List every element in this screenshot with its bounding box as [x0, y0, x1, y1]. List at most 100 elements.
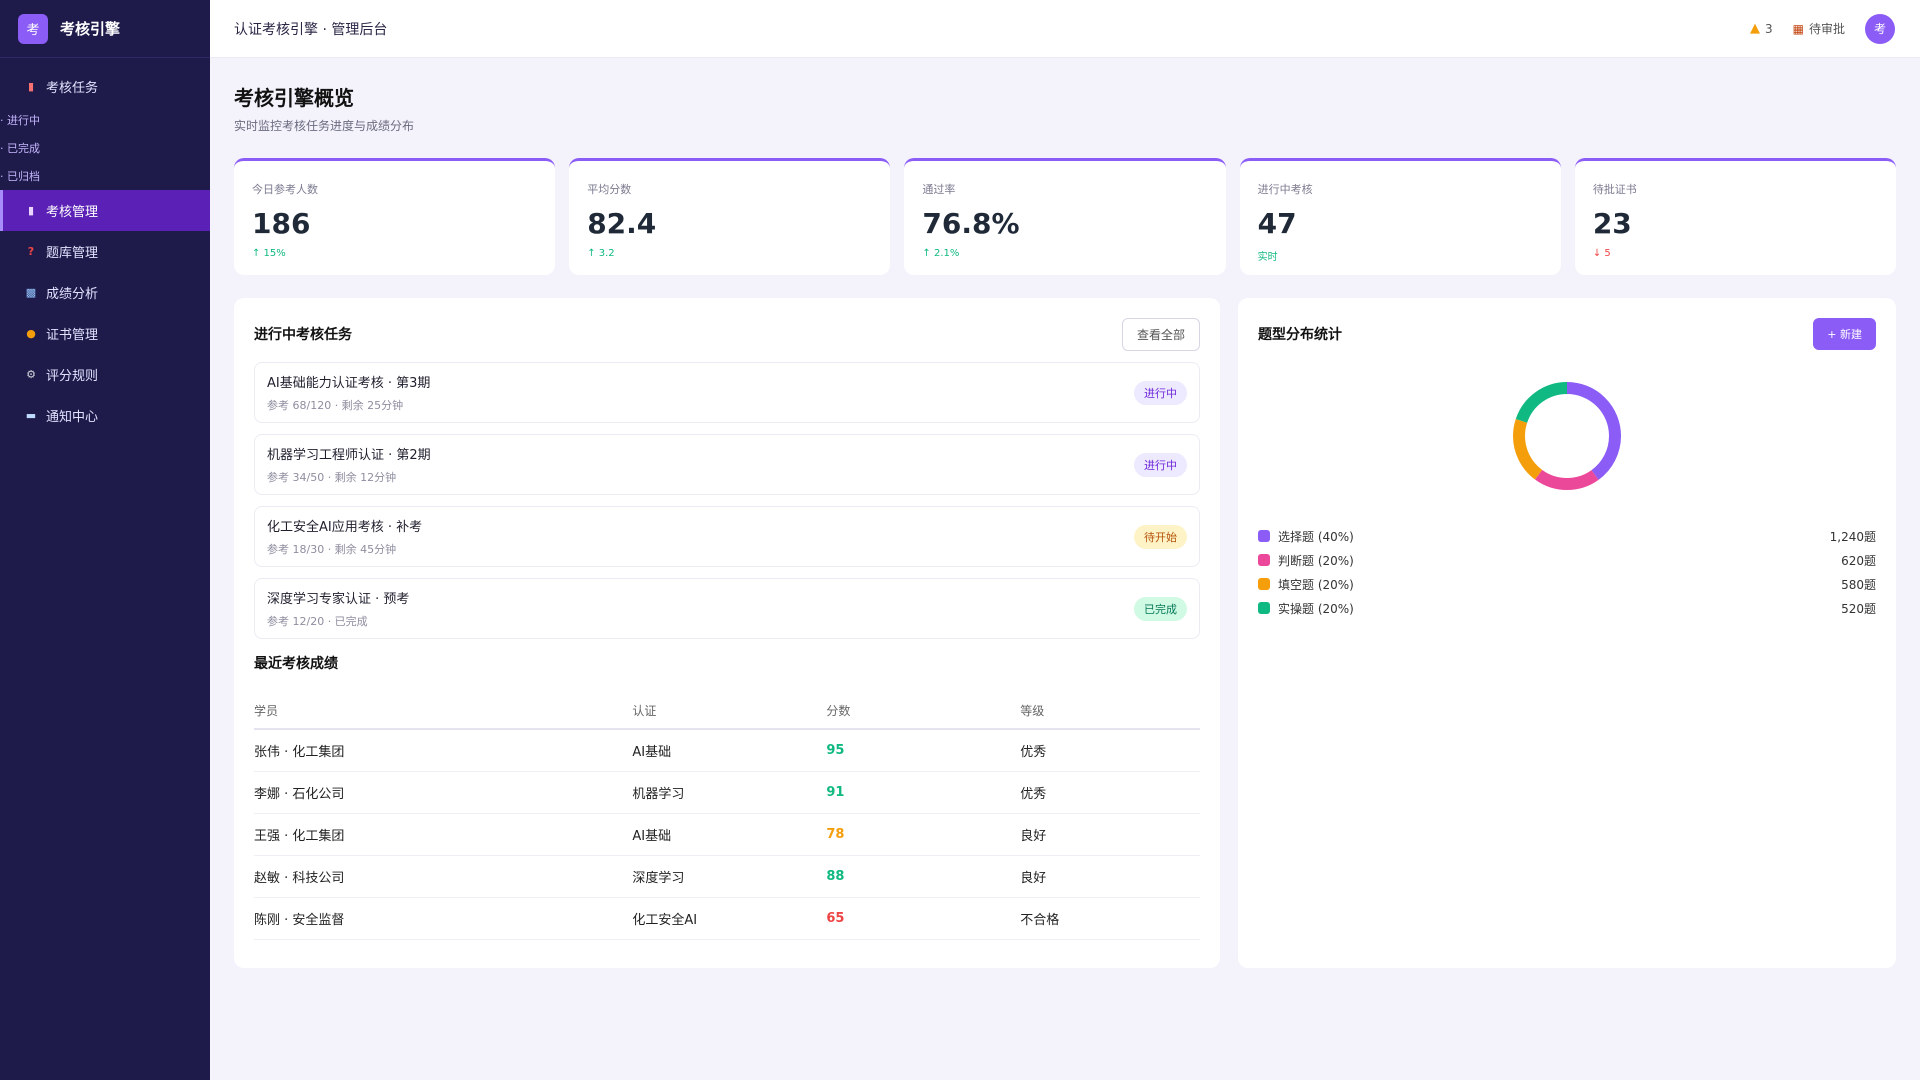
task-info: 深度学习专家认证 · 预考 参考 12/20 · 已完成: [267, 588, 409, 629]
task-item[interactable]: AI基础能力认证考核 · 第3期 参考 68/120 · 剩余 25分钟 进行中: [254, 362, 1200, 423]
sidebar-item-label: 题库管理: [46, 246, 99, 261]
sidebar-item-label: 证书管理: [46, 328, 99, 343]
stat-card-average-score: 平均分数 82.4 ↑ 3.2: [569, 158, 891, 275]
task-list: AI基础能力认证考核 · 第3期 参考 68/120 · 剩余 25分钟 进行中…: [254, 362, 1200, 639]
stat-value: 82.4: [587, 207, 657, 240]
legend-count: 620题: [1841, 553, 1876, 568]
panels: 进行中考核任务 查看全部 AI基础能力认证考核 · 第3期 参考 68/120 …: [234, 298, 1896, 968]
table-row[interactable]: 赵敏 · 科技公司 深度学习 88 良好: [254, 855, 1200, 898]
stat-label: 平均分数: [587, 183, 632, 196]
view-all-button[interactable]: 查看全部: [1121, 317, 1200, 351]
table-row[interactable]: 张伟 · 化工集团 AI基础 95 优秀: [254, 729, 1200, 772]
clipboard-icon: ▦: [1792, 21, 1804, 36]
legend-count: 580题: [1841, 577, 1876, 592]
sidebar-item-label: 考核任务: [46, 80, 99, 96]
stat-label: 通过率: [922, 183, 956, 196]
document-icon: ▮: [27, 79, 35, 93]
stat-value: 76.8%: [922, 207, 1020, 240]
legend-swatch: [1258, 602, 1270, 614]
results-title: 最近考核成绩: [254, 656, 338, 672]
legend-label: 填空题 (20%): [1278, 577, 1354, 592]
task-meta: 参考 68/120 · 剩余 25分钟: [267, 399, 404, 412]
sidebar-nav: ▮ 考核任务 · 进行中 · 已完成 · 已归档 ▮ 考核管理 ? 题库管理 ▩…: [0, 58, 210, 436]
sidebar-item-certificates[interactable]: ● 证书管理: [0, 313, 210, 354]
task-name: 机器学习工程师认证 · 第2期: [267, 448, 431, 463]
question-icon: ?: [27, 245, 35, 258]
cell-grade: 良好: [1020, 813, 1200, 856]
stat-delta: 实时: [1257, 252, 1278, 263]
sidebar-item-label: 评分规则: [46, 369, 99, 384]
task-meta: 参考 18/30 · 剩余 45分钟: [267, 543, 397, 556]
pending-approval-button[interactable]: ▦ 待审批: [1793, 20, 1845, 37]
cell-student: 赵敏 · 科技公司: [254, 855, 633, 898]
legend-label-group: 填空题 (20%): [1258, 576, 1354, 593]
page-title: 考核引擎概览: [234, 86, 354, 110]
legend-label-group: 选择题 (40%): [1258, 528, 1354, 545]
new-button[interactable]: + 新建: [1813, 318, 1876, 350]
sidebar-item-label: 考核管理: [46, 205, 99, 220]
results-table: 学员 认证 分数 等级 张伟 · 化工集团 AI基础 95 优秀 李娜 · 石化…: [254, 693, 1200, 940]
legend-swatch: [1258, 578, 1270, 590]
task-info: 机器学习工程师认证 · 第2期 参考 34/50 · 剩余 12分钟: [267, 444, 431, 485]
sidebar-subitem-in-progress[interactable]: · 进行中: [0, 106, 210, 134]
stat-value: 23: [1592, 207, 1632, 240]
medal-icon: ●: [26, 327, 36, 340]
column-header-cert: 认证: [632, 693, 827, 730]
stat-delta: ↓ 5: [1592, 248, 1611, 259]
topbar-title: 认证考核引擎 · 管理后台: [234, 21, 388, 38]
distribution-title: 题型分布统计: [1258, 327, 1342, 343]
cell-score: 78: [826, 813, 1021, 856]
brand-name: 考核引擎: [60, 20, 121, 38]
sidebar-subitem-archived[interactable]: · 已归档: [0, 162, 210, 190]
page-subtitle: 实时监控考核任务进度与成绩分布: [234, 119, 415, 133]
sidebar-item-scoring-rules[interactable]: ⚙ 评分规则: [0, 354, 210, 395]
tasks-panel-title: 进行中考核任务: [254, 327, 352, 343]
sidebar-subitem-completed[interactable]: · 已完成: [0, 134, 210, 162]
sidebar-item-question-bank[interactable]: ? 题库管理: [0, 231, 210, 272]
brand[interactable]: 考 考核引擎: [0, 0, 210, 58]
cell-grade: 不合格: [1020, 897, 1200, 940]
sidebar-item-label: 成绩分析: [46, 287, 99, 302]
cell-student: 李娜 · 石化公司: [254, 771, 633, 814]
gear-icon: ⚙: [26, 368, 36, 381]
pending-approval-label: 待审批: [1808, 22, 1845, 36]
cell-cert: AI基础: [632, 813, 827, 856]
avatar[interactable]: 考: [1865, 13, 1895, 44]
task-info: AI基础能力认证考核 · 第3期 参考 68/120 · 剩余 25分钟: [267, 372, 430, 413]
sidebar: 考 考核引擎 ▮ 考核任务 · 进行中 · 已完成 · 已归档 ▮ 考核管理 ?…: [0, 0, 210, 1080]
status-badge: 进行中: [1134, 380, 1187, 405]
legend-swatch: [1258, 554, 1270, 566]
task-name: AI基础能力认证考核 · 第3期: [267, 376, 431, 391]
stat-delta: ↑ 2.1%: [922, 248, 960, 259]
tasks-panel: 进行中考核任务 查看全部 AI基础能力认证考核 · 第3期 参考 68/120 …: [234, 298, 1220, 968]
sidebar-item-label: 通知中心: [46, 410, 99, 425]
main-area: 认证考核引擎 · 管理后台 ▲ 3 ▦ 待审批 考 考核引擎概览 实时监控考核任…: [210, 0, 1920, 1080]
chart-icon: ▩: [25, 286, 37, 299]
status-badge: 已完成: [1134, 596, 1187, 621]
stat-card-pass-rate: 通过率 76.8% ↑ 2.1%: [904, 158, 1226, 275]
sidebar-item-exam-tasks[interactable]: ▮ 考核任务: [0, 66, 210, 106]
table-row[interactable]: 陈刚 · 安全监督 化工安全AI 65 不合格: [254, 897, 1200, 940]
task-name: 深度学习专家认证 · 预考: [267, 592, 410, 607]
status-badge: 待开始: [1134, 524, 1187, 549]
notification-button[interactable]: ▲ 3: [1750, 21, 1773, 36]
stat-value: 186: [252, 207, 311, 240]
table-row[interactable]: 李娜 · 石化公司 机器学习 91 优秀: [254, 771, 1200, 814]
task-meta: 参考 12/20 · 已完成: [267, 615, 368, 628]
task-info: 化工安全AI应用考核 · 补考 参考 18/30 · 剩余 45分钟: [267, 516, 422, 557]
sidebar-item-exam-management[interactable]: ▮ 考核管理: [0, 190, 210, 231]
table-row[interactable]: 王强 · 化工集团 AI基础 78 良好: [254, 813, 1200, 856]
stat-cards: 今日参考人数 186 ↑ 15% 平均分数 82.4 ↑ 3.2 通过率 76.…: [234, 158, 1897, 275]
legend-label: 实操题 (20%): [1278, 601, 1354, 616]
table-header-row: 学员 认证 分数 等级: [254, 693, 1200, 730]
task-item[interactable]: 深度学习专家认证 · 预考 参考 12/20 · 已完成 已完成: [254, 578, 1200, 639]
task-item[interactable]: 化工安全AI应用考核 · 补考 参考 18/30 · 剩余 45分钟 待开始: [254, 506, 1200, 567]
cell-grade: 良好: [1020, 855, 1200, 898]
notification-count: 3: [1765, 21, 1773, 36]
sidebar-item-notifications[interactable]: ▬ 通知中心: [0, 395, 210, 436]
stat-label: 今日参考人数: [252, 183, 318, 196]
topbar: 认证考核引擎 · 管理后台 ▲ 3 ▦ 待审批 考: [210, 0, 1920, 58]
column-header-student: 学员: [254, 693, 633, 730]
sidebar-item-score-analysis[interactable]: ▩ 成绩分析: [0, 272, 210, 313]
task-item[interactable]: 机器学习工程师认证 · 第2期 参考 34/50 · 剩余 12分钟 进行中: [254, 434, 1200, 495]
